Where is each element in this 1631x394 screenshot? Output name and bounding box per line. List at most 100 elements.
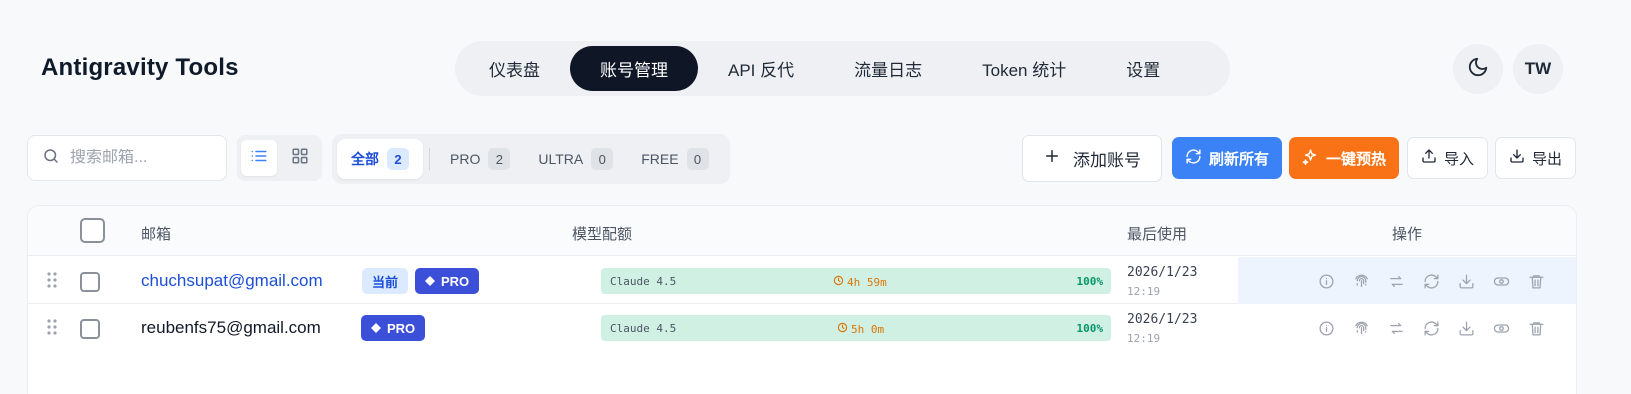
avatar[interactable]: TW [1513, 44, 1563, 94]
info-icon[interactable] [1315, 317, 1337, 339]
filter-label: 全部 [351, 151, 379, 167]
quota-model: Claude 4.5 [610, 322, 677, 335]
download-icon[interactable] [1455, 317, 1477, 339]
fingerprint-icon[interactable] [1350, 270, 1372, 292]
select-all-checkbox[interactable] [80, 218, 105, 243]
quota-bar: Claude 4.5 4h 59m 100% [601, 268, 1111, 294]
view-mode-toggle [237, 135, 322, 181]
quota-reset: 4h 59m [833, 275, 887, 289]
switch-icon[interactable] [1385, 317, 1407, 339]
main-nav: 仪表盘 账号管理 API 反代 流量日志 Token 统计 设置 [455, 41, 1230, 96]
drag-handle-icon[interactable] [47, 318, 57, 341]
add-account-label: 添加账号 [1073, 151, 1141, 170]
diamond-icon [425, 274, 435, 289]
row-checkbox[interactable] [80, 272, 100, 292]
filter-count: 0 [591, 148, 614, 170]
row-actions [1315, 270, 1547, 292]
quota-model: Claude 4.5 [610, 275, 677, 288]
accounts-table: 邮箱 模型配额 最后使用 操作 chuchsupat@gmail.com 当前 … [27, 205, 1577, 394]
list-icon [250, 147, 268, 170]
current-badge: 当前 [362, 268, 409, 294]
import-button[interactable]: 导入 [1407, 137, 1488, 179]
header-last-used: 最后使用 [1127, 226, 1188, 243]
toggle-icon[interactable] [1490, 270, 1512, 292]
table-row[interactable]: chuchsupat@gmail.com 当前 PRO Claude 4.5 4… [28, 257, 1576, 304]
list-view-button[interactable] [241, 140, 277, 176]
filter-free[interactable]: FREE 0 [627, 139, 722, 179]
tab-accounts[interactable]: 账号管理 [570, 46, 698, 91]
row-actions [1315, 317, 1547, 339]
trash-icon[interactable] [1525, 270, 1547, 292]
plan-label: PRO [387, 320, 416, 336]
divider [429, 148, 430, 170]
filter-count: 0 [686, 148, 709, 170]
filter-all[interactable]: 全部 2 [337, 139, 423, 179]
trash-icon[interactable] [1525, 317, 1547, 339]
add-account-button[interactable]: 添加账号 [1022, 135, 1162, 182]
reset-time: 5h 0m [851, 322, 885, 336]
plan-badge: PRO [415, 268, 480, 294]
last-used-date: 2026/1/23 [1127, 265, 1198, 280]
grid-icon [291, 147, 309, 170]
toggle-icon[interactable] [1490, 317, 1512, 339]
filter-count: 2 [488, 148, 511, 170]
filter-count: 2 [387, 148, 409, 170]
account-email[interactable]: reubenfs75@gmail.com [141, 318, 321, 338]
upload-icon [1421, 148, 1437, 168]
refresh-all-label: 刷新所有 [1208, 150, 1269, 168]
download-icon [1509, 148, 1525, 168]
filter-label: FREE [641, 151, 679, 167]
account-email[interactable]: chuchsupat@gmail.com [141, 271, 323, 291]
refresh-icon[interactable] [1420, 270, 1442, 292]
row-checkbox[interactable] [80, 319, 100, 339]
refresh-all-button[interactable]: 刷新所有 [1172, 137, 1282, 179]
import-label: 导入 [1443, 150, 1474, 168]
search-box [27, 135, 227, 181]
reset-time: 4h 59m [847, 275, 887, 289]
plan-badge: PRO [361, 315, 426, 341]
quota-percent: 100% [1076, 322, 1104, 335]
clock-icon [837, 322, 848, 336]
download-icon[interactable] [1455, 270, 1477, 292]
switch-icon[interactable] [1385, 270, 1407, 292]
tab-token-stats[interactable]: Token 统计 [952, 46, 1096, 91]
tab-traffic-logs[interactable]: 流量日志 [824, 46, 952, 91]
sparkles-icon [1302, 148, 1319, 169]
tab-dashboard[interactable]: 仪表盘 [459, 46, 570, 91]
last-used-time: 12:19 [1127, 332, 1161, 345]
quota-bar: Claude 4.5 5h 0m 100% [601, 315, 1111, 341]
drag-handle-icon[interactable] [47, 271, 57, 294]
header-quota: 模型配额 [572, 226, 633, 243]
theme-toggle-button[interactable] [1453, 44, 1503, 94]
refresh-icon [1185, 148, 1202, 169]
filter-pro[interactable]: PRO 2 [436, 139, 524, 179]
clock-icon [833, 275, 844, 289]
filter-label: PRO [450, 151, 481, 167]
plan-label: PRO [441, 273, 470, 289]
export-button[interactable]: 导出 [1495, 137, 1576, 179]
table-row[interactable]: reubenfs75@gmail.com PRO Claude 4.5 5h 0… [28, 304, 1576, 351]
app-title: Antigravity Tools [41, 54, 239, 81]
quota-reset: 5h 0m [837, 322, 884, 336]
moon-icon [1467, 56, 1489, 83]
export-label: 导出 [1531, 150, 1562, 168]
filter-ultra[interactable]: ULTRA 0 [524, 139, 627, 179]
last-used-date: 2026/1/23 [1127, 312, 1198, 327]
quota-percent: 100% [1076, 275, 1104, 288]
tab-settings[interactable]: 设置 [1096, 46, 1190, 91]
search-icon [42, 147, 60, 170]
fingerprint-icon[interactable] [1350, 317, 1372, 339]
warmup-button[interactable]: 一键预热 [1289, 137, 1399, 179]
header-email: 邮箱 [141, 226, 172, 243]
header-actions: 操作 [1392, 226, 1423, 243]
filter-label: ULTRA [538, 151, 584, 167]
refresh-icon[interactable] [1420, 317, 1442, 339]
tab-api-proxy[interactable]: API 反代 [698, 46, 824, 91]
info-icon[interactable] [1315, 270, 1337, 292]
diamond-icon [371, 321, 381, 336]
last-used-time: 12:19 [1127, 285, 1161, 298]
grid-view-button[interactable] [283, 140, 319, 176]
warmup-label: 一键预热 [1325, 150, 1386, 168]
search-input[interactable] [70, 149, 210, 167]
plus-icon [1043, 147, 1061, 170]
